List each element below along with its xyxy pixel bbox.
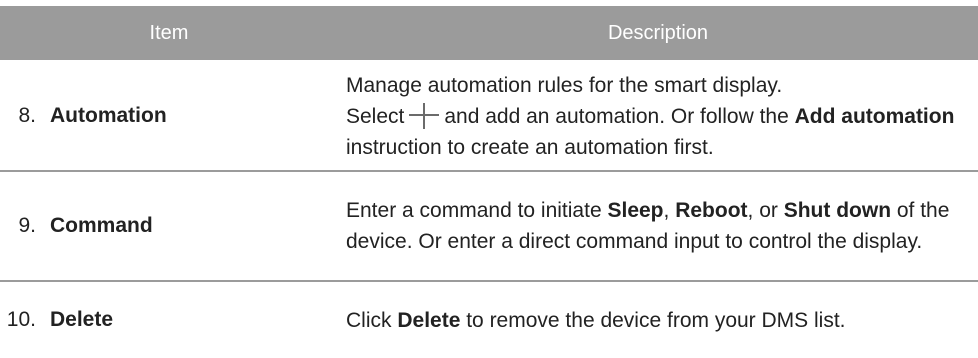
- description-text: Click Delete to remove the device from y…: [346, 305, 846, 336]
- sleep-term: Sleep: [607, 199, 664, 222]
- add-automation-term: Add automation: [794, 104, 955, 128]
- item-cell: 10. Delete: [0, 282, 338, 358]
- description-cell: Click Delete to remove the device from y…: [346, 282, 972, 358]
- description-fragment: and add an automation. Or follow the: [444, 104, 789, 128]
- description-fragment: Select: [346, 104, 405, 128]
- item-name: Command: [50, 214, 153, 237]
- header-item: Item: [149, 22, 189, 44]
- feature-table: Item Description 8. Automation Manage au…: [0, 0, 978, 358]
- item-cell: 9. Command: [0, 172, 338, 280]
- description-text: Enter a command to initiate Sleep, Reboo…: [346, 195, 972, 257]
- header-description: Description: [607, 22, 709, 44]
- shut-down-term: Shut down: [783, 199, 892, 222]
- table-row-command: 9. Command Enter a command to initiate S…: [0, 172, 978, 280]
- description-line: Manage automation rules for the smart di…: [346, 73, 783, 97]
- description-fragment: ,: [663, 199, 670, 222]
- item-number: 8.: [18, 104, 36, 127]
- description-cell: Manage automation rules for the smart di…: [346, 62, 972, 170]
- reboot-term: Reboot: [675, 199, 748, 222]
- delete-term: Delete: [397, 308, 461, 332]
- description-fragment: to remove the device from your DMS list.: [466, 308, 846, 332]
- item-name: Delete: [50, 308, 114, 331]
- description-fragment: instruction to create an automation firs…: [346, 135, 714, 159]
- description-text: Manage automation rules for the smart di…: [346, 70, 972, 163]
- item-cell: 8. Automation: [0, 62, 338, 170]
- description-cell: Enter a command to initiate Sleep, Reboo…: [346, 172, 972, 280]
- description-fragment: , or: [747, 199, 778, 222]
- plus-icon: [409, 102, 440, 129]
- table-header: Item Description: [0, 6, 978, 60]
- description-fragment: Enter a command to initiate: [346, 199, 602, 222]
- description-fragment: Click: [346, 308, 392, 332]
- item-number: 10.: [6, 308, 36, 331]
- item-name: Automation: [50, 104, 167, 127]
- item-number: 9.: [18, 214, 36, 237]
- table-row-automation: 8. Automation Manage automation rules fo…: [0, 62, 978, 170]
- table-row-delete: 10. Delete Click Delete to remove the de…: [0, 282, 978, 358]
